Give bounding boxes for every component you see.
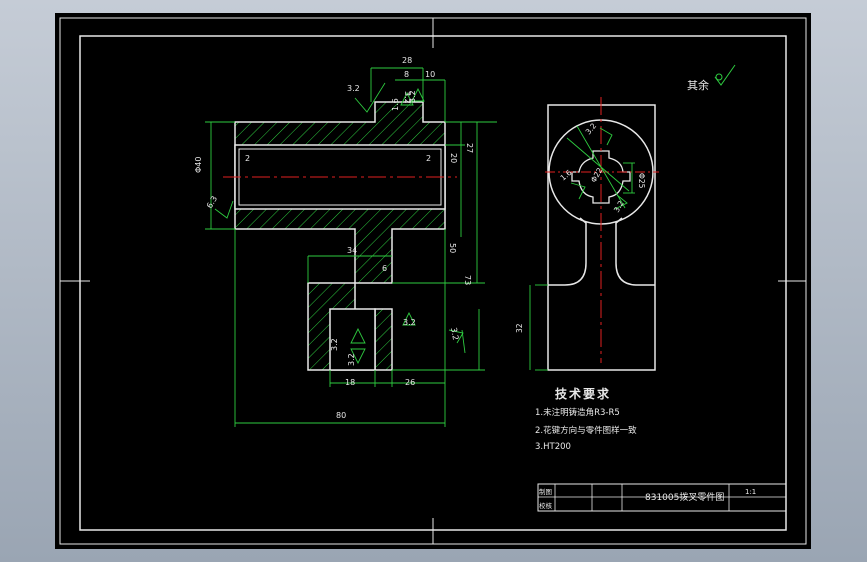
dim-50: 50	[448, 243, 457, 253]
title-block-row-2: 校核	[539, 501, 553, 510]
roughness-value-1: 3.2	[347, 84, 360, 93]
dim-32: 32	[515, 323, 524, 333]
drawing-title: 831005拨叉零件图	[645, 491, 724, 503]
tech-requirements: 技术要求 1.未注明铸造角R3-R5 2.花键方向与零件图样一致 3.HT200	[535, 386, 637, 452]
dim-8: 8	[404, 70, 409, 79]
side-view: 32 Φ22 Φ25 3.2 1.6 3.2	[515, 97, 659, 371]
roughness-value-3: 6.3	[205, 194, 219, 210]
dim-27: 27	[465, 143, 474, 153]
roughness-value-6: 3.2	[403, 318, 416, 327]
dim-2-left: 2	[245, 154, 250, 163]
tech-requirement-3: 3.HT200	[535, 442, 571, 452]
roughness-value-7: 3.2	[449, 327, 460, 341]
roughness-note-circle	[715, 73, 723, 81]
title-block-row-1: 制图	[539, 487, 552, 496]
dim-dia40: Φ40	[194, 157, 203, 173]
outer-border	[59, 17, 807, 545]
dim-18: 18	[345, 378, 355, 387]
roughness-value-9: 3.2	[408, 90, 417, 103]
dim-34: 34	[347, 246, 357, 255]
tech-requirement-1: 1.未注明铸造角R3-R5	[535, 407, 620, 418]
roughness-note: 其余	[687, 64, 736, 92]
dim-10: 10	[425, 70, 435, 79]
roughness-value-8: 1.6	[391, 98, 400, 111]
roughness-value-4: 3.2	[330, 338, 339, 351]
dim-20: 20	[449, 153, 458, 163]
tech-requirement-2: 2.花键方向与零件图样一致	[535, 425, 637, 436]
roughness-note-symbol	[714, 64, 736, 86]
front-view: 28 8 10 27 20 50 73 34 6 18 26 80 2 2 Φ4…	[194, 56, 497, 427]
tech-requirements-heading: 技术要求	[555, 386, 611, 401]
spline-outer-dia: Φ25	[637, 173, 646, 189]
roughness-value-5: 3.2	[347, 353, 356, 366]
dim-28: 28	[402, 56, 412, 65]
dim-6: 6	[382, 264, 387, 273]
centering-marks	[60, 18, 806, 544]
dim-73: 73	[463, 275, 472, 285]
dim-80: 80	[336, 411, 346, 420]
dim-2-right: 2	[426, 154, 431, 163]
cad-viewport[interactable]: 28 8 10 27 20 50 73 34 6 18 26 80 2 2 Φ4…	[55, 13, 811, 549]
roughness-note-label: 其余	[687, 78, 709, 92]
cad-drawing-canvas: 28 8 10 27 20 50 73 34 6 18 26 80 2 2 Φ4…	[59, 17, 807, 545]
drawing-scale: 1:1	[745, 488, 756, 496]
dim-26: 26	[405, 378, 415, 387]
title-block: 制图 校核 831005拨叉零件图 1:1	[537, 483, 787, 512]
